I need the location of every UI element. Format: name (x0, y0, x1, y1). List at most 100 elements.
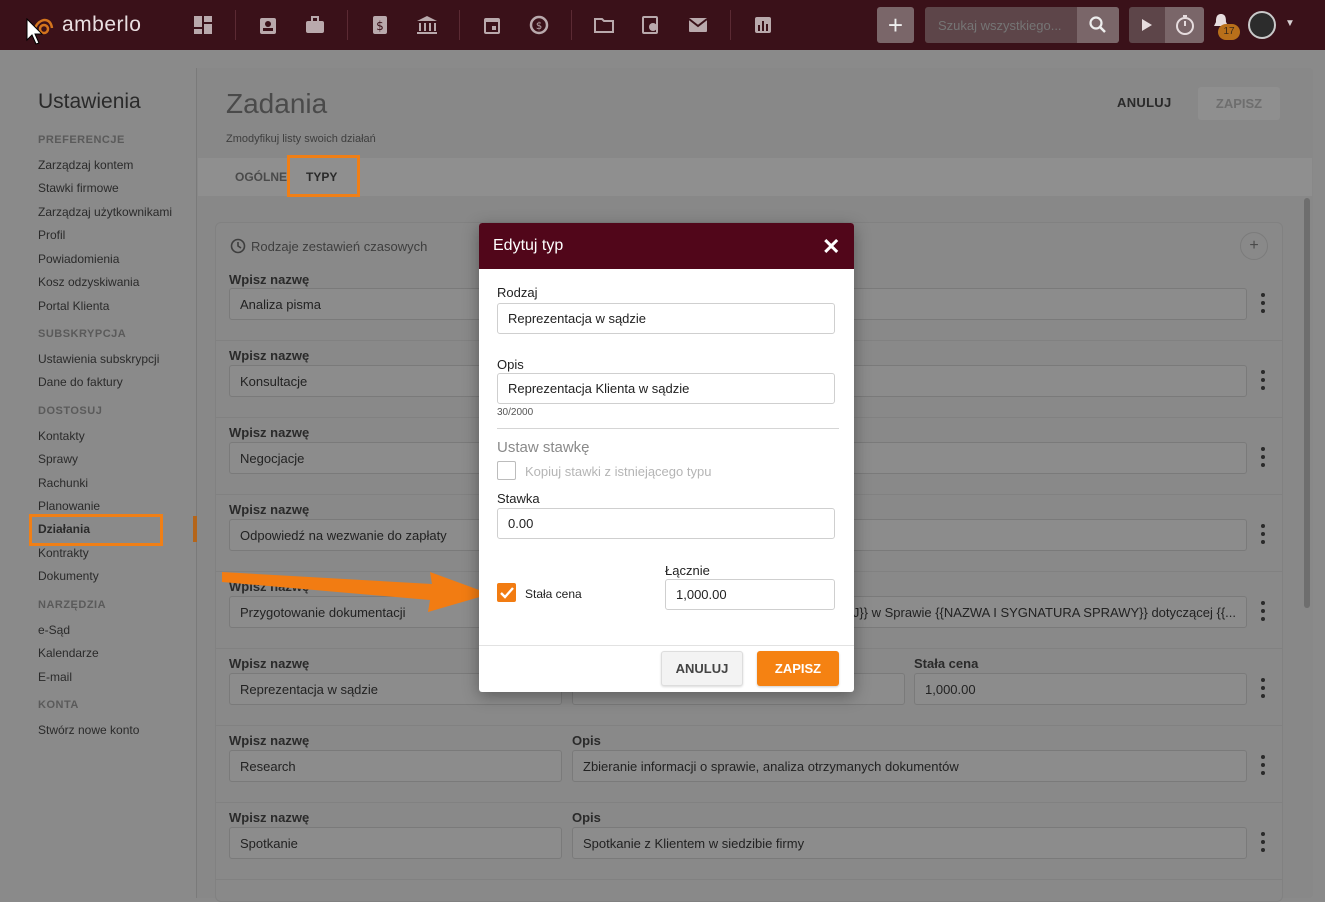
header-cancel-button[interactable]: ANULUJ (1117, 95, 1172, 110)
svg-text:$: $ (536, 21, 542, 32)
global-search[interactable] (925, 7, 1119, 43)
add-type-button[interactable]: + (1240, 232, 1268, 260)
sidebar-item-new-account[interactable]: Stwórz nowe konto (38, 723, 139, 737)
bank-icon[interactable] (412, 10, 442, 40)
sidebar-section-customize: DOSTOSUJ (38, 405, 103, 417)
more-options-icon[interactable] (1258, 293, 1268, 313)
sidebar-item-calendars[interactable]: Kalendarze (38, 646, 99, 660)
sidebar-item-subscription-settings[interactable]: Ustawienia subskrypcji (38, 352, 159, 366)
sidebar-section-accounts: KONTA (38, 699, 79, 711)
sidebar-item-notifications[interactable]: Powiadomienia (38, 252, 119, 266)
more-options-icon[interactable] (1258, 832, 1268, 852)
header-save-button[interactable]: ZAPISZ (1198, 87, 1280, 120)
documents-icon[interactable] (636, 10, 666, 40)
folder-icon[interactable] (589, 10, 619, 40)
billing-icon[interactable]: $ (365, 10, 395, 40)
row-name-label: Wpisz nazwę (229, 656, 310, 671)
sidebar-item-bills[interactable]: Rachunki (38, 476, 88, 490)
search-input[interactable] (925, 17, 1077, 33)
description-input[interactable]: Reprezentacja Klienta w sądzie (497, 373, 835, 404)
page-title: Zadania (226, 88, 328, 119)
app-logo[interactable]: amberlo (30, 12, 141, 38)
total-label: Łącznie (665, 563, 710, 578)
rate-input[interactable]: 0.00 (497, 508, 835, 539)
more-options-icon[interactable] (1258, 447, 1268, 467)
highlight-box-sidebar (29, 514, 163, 546)
tab-general[interactable]: OGÓLNE (235, 170, 287, 184)
dashboard-icon[interactable] (188, 10, 218, 40)
card-header: Rodzaje zestawień czasowych (230, 238, 427, 254)
avatar[interactable] (1248, 11, 1276, 39)
row-name-label: Wpisz nazwę (229, 733, 310, 748)
row-name-label: Wpisz nazwę (229, 425, 310, 440)
row-description-input[interactable]: Zbieranie informacji o sprawie, analiza … (572, 750, 1247, 782)
chevron-down-icon[interactable]: ▼ (1285, 18, 1295, 29)
save-button[interactable]: ZAPISZ (757, 651, 839, 686)
sidebar-item-account[interactable]: Zarządzaj kontem (38, 158, 133, 172)
cancel-button[interactable]: ANULUJ (661, 651, 743, 686)
sidebar-item-recycle-bin[interactable]: Kosz odzyskiwania (38, 275, 139, 289)
row-divider (215, 725, 1283, 726)
page-subtitle: Zmodyfikuj listy swoich działań (226, 133, 376, 145)
row-name-input[interactable]: Research (229, 750, 562, 782)
sidebar-item-contracts[interactable]: Kontrakty (38, 546, 89, 560)
type-label: Rodzaj (497, 285, 538, 300)
tabs-bar (198, 158, 1312, 196)
logo-text: amberlo (62, 13, 142, 36)
sidebar-item-invoice-data[interactable]: Dane do faktury (38, 375, 123, 389)
more-options-icon[interactable] (1258, 678, 1268, 698)
row-divider (215, 879, 1283, 880)
more-options-icon[interactable] (1258, 524, 1268, 544)
highlight-box-tab (287, 155, 360, 197)
row-price-input[interactable]: 1,000.00 (914, 673, 1247, 705)
checkmark-icon (499, 586, 514, 599)
play-timer-button[interactable] (1129, 7, 1165, 43)
more-options-icon[interactable] (1258, 755, 1268, 775)
clock-icon (230, 238, 246, 254)
sidebar-item-users[interactable]: Zarządzaj użytkownikami (38, 205, 172, 219)
row-name-label: Wpisz nazwę (229, 810, 310, 825)
sidebar-item-contacts[interactable]: Kontakty (38, 429, 85, 443)
time-icon[interactable]: $ (524, 10, 554, 40)
row-description-label: Opis (572, 810, 601, 825)
sidebar-item-client-portal[interactable]: Portal Klienta (38, 299, 109, 313)
sidebar-item-profile[interactable]: Profil (38, 228, 65, 242)
more-options-icon[interactable] (1258, 601, 1268, 621)
dialog-footer-divider (479, 645, 854, 646)
sidebar-item-email[interactable]: E-mail (38, 670, 72, 684)
copy-rates-label: Kopiuj stawki z istniejącego typu (525, 464, 712, 479)
cases-icon[interactable] (300, 10, 330, 40)
mail-icon[interactable] (683, 10, 713, 40)
row-description-input[interactable]: Spotkanie z Klientem w siedzibie firmy (572, 827, 1247, 859)
dialog-title: Edytuj typ (493, 237, 564, 254)
sidebar-item-planning[interactable]: Planowanie (38, 499, 100, 513)
sidebar-title: Ustawienia (38, 90, 141, 113)
description-label: Opis (497, 357, 524, 372)
quick-add-button[interactable]: + (877, 7, 914, 43)
type-input[interactable]: Reprezentacja w sądzie (497, 303, 835, 334)
scrollbar[interactable] (1304, 198, 1310, 608)
stopwatch-icon[interactable] (1165, 7, 1204, 43)
sidebar-item-rates[interactable]: Stawki firmowe (38, 181, 119, 195)
row-name-input[interactable]: Spotkanie (229, 827, 562, 859)
dialog-header: Edytuj typ ✕ (479, 223, 854, 269)
sidebar-item-cases[interactable]: Sprawy (38, 452, 78, 466)
mouse-cursor-icon (26, 18, 44, 45)
more-options-icon[interactable] (1258, 370, 1268, 390)
row-name-label: Wpisz nazwę (229, 502, 310, 517)
sidebar-item-e-court[interactable]: e-Sąd (38, 623, 70, 637)
row-price-label: Stała cena (914, 656, 979, 671)
copy-rates-checkbox[interactable] (497, 461, 516, 480)
contacts-icon[interactable] (253, 10, 283, 40)
rate-section-title: Ustaw stawkę (497, 439, 590, 456)
calendar-icon[interactable] (477, 10, 507, 40)
edit-type-dialog: Edytuj typ ✕ Rodzaj Reprezentacja w sądz… (479, 223, 854, 692)
total-input[interactable]: 1,000.00 (665, 579, 835, 610)
sidebar-item-documents[interactable]: Dokumenty (38, 569, 99, 583)
fixed-price-checkbox[interactable] (497, 583, 516, 602)
close-icon[interactable]: ✕ (822, 234, 840, 260)
reports-icon[interactable] (748, 10, 778, 40)
svg-text:$: $ (376, 19, 384, 33)
dialog-divider (497, 428, 839, 429)
search-icon[interactable] (1077, 7, 1119, 43)
